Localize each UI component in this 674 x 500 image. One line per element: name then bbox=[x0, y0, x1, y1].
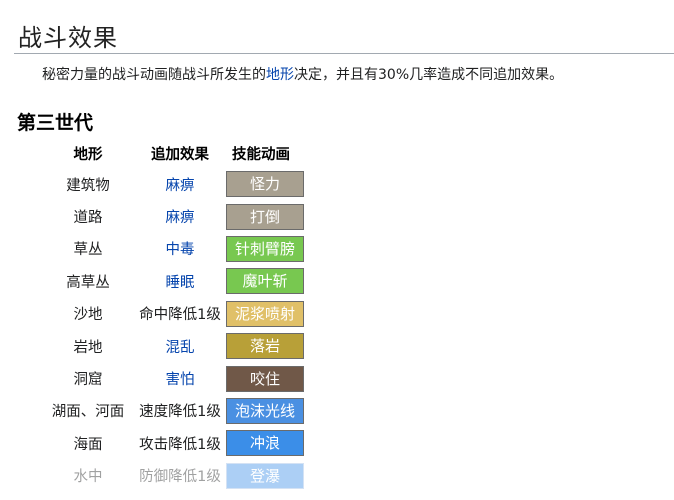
terrain-cell: 高草丛 bbox=[66, 274, 110, 291]
move-badge[interactable]: 泥浆喷射 bbox=[226, 300, 304, 327]
effect-link[interactable]: 中毒 bbox=[132, 238, 228, 259]
table-row: 建筑物 麻痹 怪力 bbox=[44, 168, 372, 200]
intro-text-before: 秘密力量的战斗动画随战斗所发生的 bbox=[42, 67, 266, 83]
table-row: 湖面、河面 速度降低1级 泡沫光线 bbox=[44, 395, 372, 427]
effect-cell: 命中降低1级 bbox=[139, 307, 221, 324]
move-badge[interactable]: 落岩 bbox=[226, 333, 304, 360]
move-badge[interactable]: 咬住 bbox=[226, 365, 304, 392]
animation-cell: 冲浪 bbox=[226, 430, 368, 457]
terrain-cell: 洞窟 bbox=[73, 372, 103, 389]
terrain-cell: 湖面、河面 bbox=[51, 404, 125, 421]
animation-cell: 泥浆喷射 bbox=[226, 300, 368, 327]
animation-cell: 泡沫光线 bbox=[226, 397, 368, 424]
terrain-cell: 岩地 bbox=[73, 339, 103, 356]
move-badge[interactable]: 针刺臂膀 bbox=[226, 235, 304, 262]
table-body: 建筑物 麻痹 怪力 道路 麻痹 打倒 草丛 中毒 针刺臂膀 高草丛 睡眠 魔叶斩 沙地 命中降低1级 泥浆喷… bbox=[44, 168, 372, 492]
terrain-cell: 草丛 bbox=[73, 242, 103, 259]
terrain-cell: 海面 bbox=[73, 436, 103, 453]
effect-cell: 攻击降低1级 bbox=[139, 436, 221, 453]
terrain-cell: 建筑物 bbox=[66, 177, 110, 194]
terrain-cell: 道路 bbox=[73, 210, 103, 227]
animation-cell: 咬住 bbox=[226, 365, 368, 392]
move-badge[interactable]: 打倒 bbox=[226, 203, 304, 230]
effect-link[interactable]: 麻痹 bbox=[132, 174, 228, 195]
animation-cell: 登瀑 bbox=[226, 462, 368, 489]
section-heading: 第三世代 bbox=[17, 112, 94, 134]
page-title: 战斗效果 bbox=[18, 24, 118, 52]
move-badge[interactable]: 怪力 bbox=[226, 171, 304, 198]
effect-link[interactable]: 混乱 bbox=[132, 336, 228, 357]
title-divider bbox=[14, 53, 674, 54]
table-row: 沙地 命中降低1级 泥浆喷射 bbox=[44, 298, 372, 330]
animation-cell: 打倒 bbox=[226, 203, 368, 230]
terrain-cell: 水中 bbox=[73, 469, 103, 486]
intro-text-after: 决定，并且有30%几率造成不同追加效果。 bbox=[294, 67, 564, 83]
animation-cell: 针刺臂膀 bbox=[226, 235, 368, 262]
table-row: 高草丛 睡眠 魔叶斩 bbox=[44, 265, 372, 297]
animation-cell: 落岩 bbox=[226, 333, 368, 360]
move-badge[interactable]: 登瀑 bbox=[226, 462, 304, 489]
terrain-link[interactable]: 地形 bbox=[266, 67, 294, 83]
terrain-cell: 沙地 bbox=[73, 307, 103, 324]
effect-cell: 速度降低1级 bbox=[139, 404, 221, 421]
effect-link[interactable]: 害怕 bbox=[132, 368, 228, 389]
table-header-row: 地形 追加效果 技能动画 bbox=[44, 140, 372, 166]
animation-cell: 怪力 bbox=[226, 171, 368, 198]
table-row: 岩地 混乱 落岩 bbox=[44, 330, 372, 362]
effect-link[interactable]: 麻痹 bbox=[132, 206, 228, 227]
animation-cell: 魔叶斩 bbox=[226, 268, 368, 295]
table-row: 水中 防御降低1级 登瀑 bbox=[44, 460, 372, 492]
move-badge[interactable]: 魔叶斩 bbox=[226, 268, 304, 295]
table-row: 道路 麻痹 打倒 bbox=[44, 200, 372, 232]
header-animation: 技能动画 bbox=[232, 146, 290, 163]
effect-link[interactable]: 睡眠 bbox=[132, 271, 228, 292]
move-badge[interactable]: 冲浪 bbox=[226, 430, 304, 457]
intro-paragraph: 秘密力量的战斗动画随战斗所发生的地形决定，并且有30%几率造成不同追加效果。 bbox=[42, 64, 672, 84]
move-badge[interactable]: 泡沫光线 bbox=[226, 397, 304, 424]
table-row: 洞窟 害怕 咬住 bbox=[44, 362, 372, 394]
table-row: 草丛 中毒 针刺臂膀 bbox=[44, 233, 372, 265]
secret-power-table: 地形 追加效果 技能动画 建筑物 麻痹 怪力 道路 麻痹 打倒 草丛 中毒 针刺臂膀 高草丛 睡眠魔… bbox=[44, 140, 372, 492]
effect-cell: 防御降低1级 bbox=[139, 469, 221, 486]
table-row: 海面 攻击降低1级 冲浪 bbox=[44, 427, 372, 459]
header-effect: 追加效果 bbox=[151, 146, 209, 163]
header-terrain: 地形 bbox=[73, 146, 103, 163]
